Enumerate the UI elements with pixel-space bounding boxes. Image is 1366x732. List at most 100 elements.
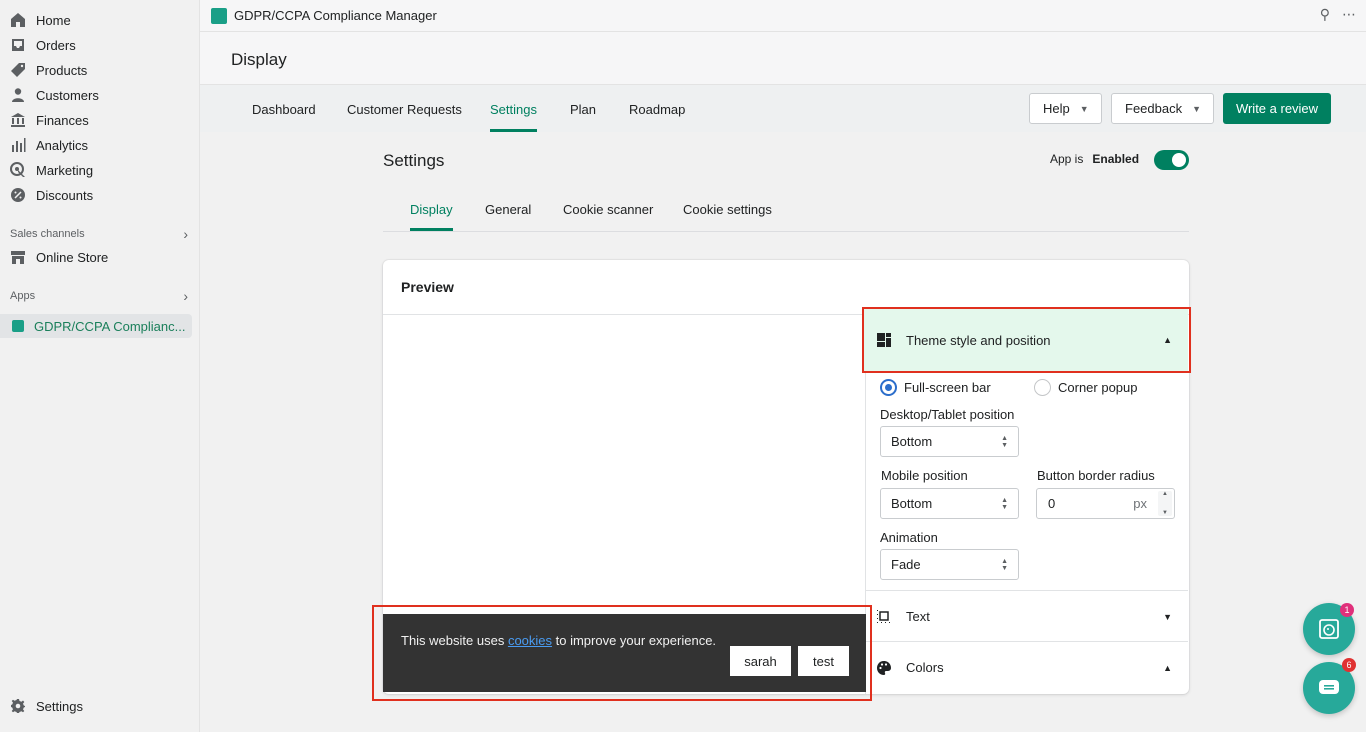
radio-label: Full-screen bar [904,380,991,395]
number-stepper[interactable]: ▲ ▼ [1158,491,1172,516]
app-status-label: App is [1050,152,1084,166]
apps-header[interactable]: Apps › [10,288,188,304]
colors-section-label: Colors [906,660,944,675]
subtab-display[interactable]: Display [410,202,453,231]
feedback-button-label: Feedback [1125,101,1183,116]
border-radius-input[interactable]: 0 px ▲ ▼ [1036,488,1175,519]
desktop-position-label: Desktop/Tablet position [880,407,1015,422]
sidebar-item-label: Discounts [36,187,94,203]
radio-corner-popup[interactable]: Corner popup [1034,379,1138,396]
mobile-position-label: Mobile position [881,468,968,483]
floating-chat-button[interactable]: 6 [1303,658,1356,714]
radio-selected-icon [880,379,897,396]
floating-cookie-button[interactable]: 1 [1303,603,1355,655]
select-value: Bottom [891,496,933,511]
colors-section-accordion[interactable]: Colors ▲ [866,641,1188,693]
tab-roadmap[interactable]: Roadmap [629,102,685,117]
subtab-cookie-scanner[interactable]: Cookie scanner [563,202,653,217]
page-header: Display [200,32,1366,84]
caret-down-icon: ▼ [1079,103,1089,114]
sidebar-item-label: Finances [36,112,89,128]
sidebar-item-analytics[interactable]: Analytics [10,133,88,157]
sidebar-item-label: Products [36,62,88,78]
sidebar-item-label: Orders [36,37,76,53]
mobile-position-select[interactable]: Bottom ▲ ▼ [880,488,1019,519]
pin-icon[interactable]: ⚲ [1320,6,1330,23]
caret-down-icon[interactable]: ▼ [1163,612,1172,622]
app-title: GDPR/CCPA Compliance Manager [234,8,437,23]
select-arrows-icon: ▲ ▼ [1001,497,1008,511]
app-logo-icon [211,7,227,24]
notification-badge: 1 [1340,603,1354,617]
sidebar-item-label: Analytics [36,137,89,153]
notification-badge: 6 [1342,658,1356,672]
select-arrows-icon: ▲ ▼ [1001,558,1008,572]
sidebar: Home Orders Products Customers Finances … [0,0,200,732]
subtab-general[interactable]: General [485,202,531,217]
radio-full-screen-bar[interactable]: Full-screen bar [880,379,991,396]
write-review-button[interactable]: Write a review [1223,93,1331,124]
sidebar-item-label: Online Store [36,249,109,265]
settings-subtabs: Display General Cookie scanner Cookie se… [383,190,1189,232]
radio-unselected-icon [1034,379,1051,396]
desktop-position-select[interactable]: Bottom ▲ ▼ [880,426,1019,457]
annotation-highlight-box [862,307,1191,373]
text-box-icon [877,609,890,623]
cookie-settings-icon [1319,619,1339,639]
settings-title: Settings [383,151,445,170]
main-tabs: Dashboard Customer Requests Settings Pla… [200,84,1366,132]
sidebar-item-label: Customers [36,87,99,103]
sidebar-item-settings[interactable]: Settings [10,694,83,718]
sidebar-item-products[interactable]: Products [10,58,87,82]
sidebar-item-label: Marketing [36,162,94,178]
bank-icon [11,113,25,127]
sidebar-item-marketing[interactable]: Marketing [10,158,93,182]
annotation-highlight-box [372,605,872,701]
sidebar-item-label: Settings [36,698,83,714]
input-suffix: px [1133,496,1147,511]
select-value: Bottom [891,434,933,449]
tab-customer-requests[interactable]: Customer Requests [347,102,462,117]
tag-icon [11,63,25,77]
tab-dashboard[interactable]: Dashboard [252,102,316,117]
sidebar-item-home[interactable]: Home [10,8,71,32]
animation-select[interactable]: Fade ▲ ▼ [880,549,1019,580]
radio-label: Corner popup [1058,380,1138,395]
gear-icon [11,699,25,713]
palette-icon [877,660,891,675]
caret-up-icon[interactable]: ▲ [1163,663,1172,673]
help-button[interactable]: Help ▼ [1029,93,1102,124]
person-icon [12,88,24,102]
bar-chart-icon [12,138,26,152]
page-title: Display [231,50,287,69]
input-value: 0 [1048,496,1056,511]
store-icon [11,251,25,264]
sidebar-item-customers[interactable]: Customers [10,83,99,107]
caret-down-icon: ▼ [1192,103,1202,114]
sidebar-item-label: GDPR/CCPA Complianc... [34,318,186,334]
app-enabled-toggle[interactable] [1154,150,1189,170]
sidebar-item-gdpr-app[interactable]: GDPR/CCPA Complianc... [0,314,192,338]
chevron-right-icon[interactable]: › [183,288,188,304]
more-icon[interactable]: ⋯ [1342,6,1356,23]
subtab-cookie-settings[interactable]: Cookie settings [683,202,772,217]
tab-plan[interactable]: Plan [570,102,596,117]
chevron-right-icon[interactable]: › [183,226,188,242]
animation-label: Animation [880,530,938,545]
sidebar-item-orders[interactable]: Orders [10,33,76,57]
tab-settings[interactable]: Settings [490,102,537,132]
discount-icon [11,188,25,202]
sidebar-item-online-store[interactable]: Online Store [10,245,108,269]
help-button-label: Help [1043,101,1070,116]
sales-channels-header[interactable]: Sales channels › [10,226,188,242]
text-section-label: Text [906,609,930,624]
home-icon [11,13,25,27]
feedback-button[interactable]: Feedback ▼ [1111,93,1215,124]
text-section-accordion[interactable]: Text ▼ [866,590,1188,642]
sidebar-item-finances[interactable]: Finances [10,108,89,132]
target-icon [10,162,25,177]
sidebar-item-discounts[interactable]: Discounts [10,183,93,207]
sales-channels-label: Sales channels [10,228,85,240]
border-radius-label: Button border radius [1037,468,1155,483]
select-value: Fade [891,557,921,572]
